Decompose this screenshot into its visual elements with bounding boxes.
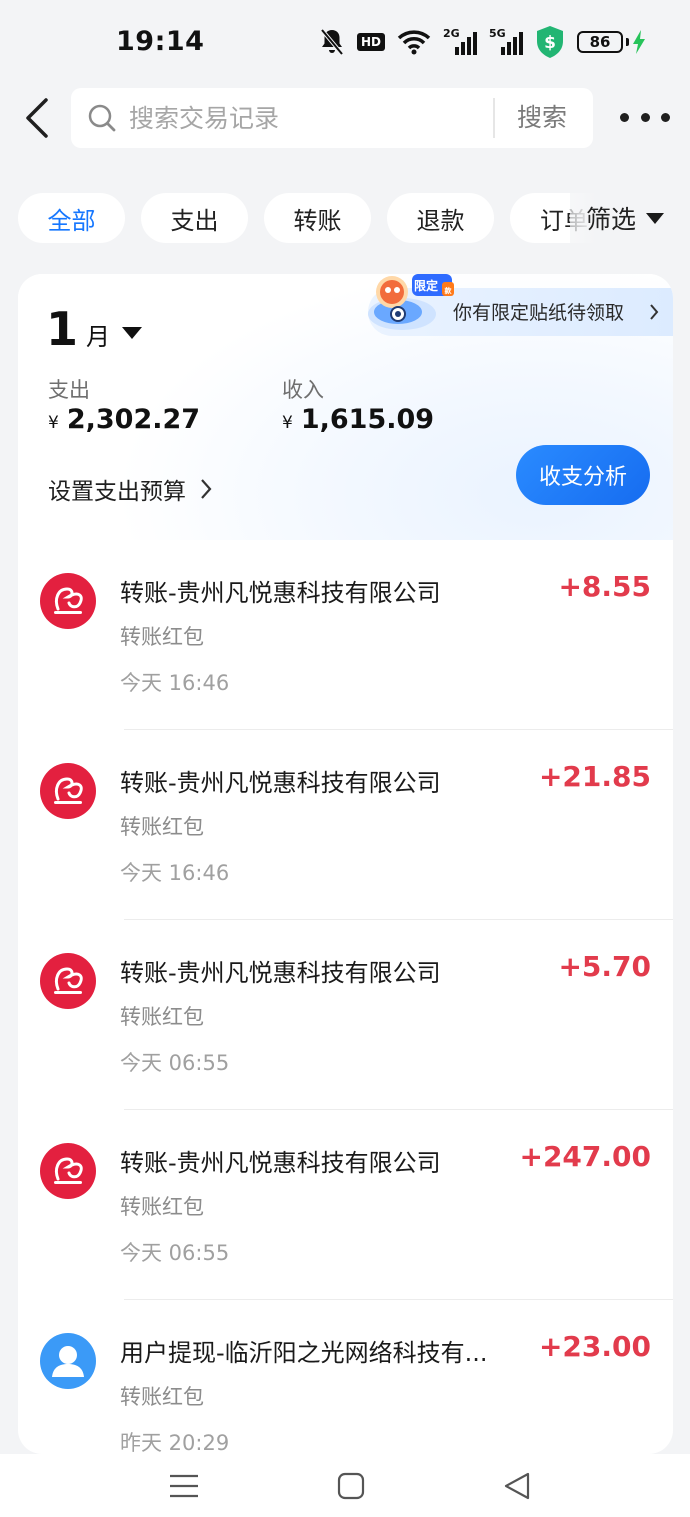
search-bar: 搜索 (71, 88, 593, 148)
month-number: 1 (46, 302, 79, 356)
menu-icon[interactable] (166, 1470, 202, 1502)
status-bar: 19:14 HD 2G 5G $ 86 (0, 0, 690, 80)
transaction-title: 用户提现-临沂阳之光网络科技有... (120, 1339, 488, 1367)
wifi-icon (397, 30, 431, 55)
caret-down-icon (646, 212, 665, 224)
filter-button[interactable]: 筛选 (570, 193, 690, 243)
transaction-time: 今天 16:46 (120, 861, 230, 885)
search-button[interactable]: 搜索 (517, 88, 567, 148)
search-icon (88, 104, 116, 132)
transaction-time: 昨天 20:29 (120, 1431, 230, 1454)
battery-level: 86 (577, 31, 623, 53)
svg-text:$: $ (544, 33, 556, 53)
merchant-logo-icon (40, 953, 96, 1009)
transaction-amount: +5.70 (558, 950, 651, 983)
transaction-title: 转账-贵州凡悦惠科技有限公司 (120, 769, 441, 797)
transaction-type: 转账红包 (120, 1195, 204, 1219)
income-expense-analysis-button[interactable]: 收支分析 (516, 445, 650, 505)
transaction-title: 转账-贵州凡悦惠科技有限公司 (120, 1149, 441, 1177)
chip-all[interactable]: 全部 (18, 193, 125, 243)
hd-voice-icon: HD (356, 33, 385, 51)
transaction-amount: +247.00 (519, 1140, 651, 1173)
svg-text:限定: 限定 (414, 278, 438, 293)
transaction-amount: +21.85 (538, 760, 651, 793)
transaction-row[interactable]: 转账-贵州凡悦惠科技有限公司 转账红包 今天 16:46 +21.85 (18, 730, 673, 920)
month-selector[interactable]: 1 月 (46, 302, 143, 356)
filter-label: 筛选 (586, 205, 637, 234)
transaction-amount: +23.00 (538, 1330, 651, 1363)
transaction-row[interactable]: 转账-贵州凡悦惠科技有限公司 转账红包 今天 06:55 +5.70 (18, 920, 673, 1110)
chevron-right-icon (650, 304, 659, 320)
status-icons: HD 2G 5G $ 86 (319, 24, 646, 60)
income-total: ¥ 1,615.09 (282, 404, 434, 435)
chip-refund[interactable]: 退款 (387, 193, 494, 243)
battery-icon: 86 (577, 30, 646, 54)
budget-label: 设置支出预算 (48, 479, 186, 505)
transaction-time: 今天 06:55 (120, 1051, 230, 1075)
monthly-summary: 你有限定贴纸待领取 限定 款 1 月 支出 ¥ 2,302.27 收入 ¥ 1,… (18, 274, 673, 540)
promo-text: 你有限定贴纸待领取 (453, 302, 625, 324)
month-unit: 月 (86, 323, 111, 351)
transaction-type: 转账红包 (120, 625, 204, 649)
transaction-row[interactable]: 转账-贵州凡悦惠科技有限公司 转账红包 今天 16:46 +8.55 (18, 540, 673, 730)
merchant-logo-icon (40, 573, 96, 629)
transaction-type: 转账红包 (120, 1385, 204, 1409)
search-divider (493, 98, 495, 138)
expense-value: 2,302.27 (66, 404, 201, 435)
income-value: 1,615.09 (300, 404, 435, 435)
transaction-title: 转账-贵州凡悦惠科技有限公司 (120, 959, 441, 987)
transactions-card: 你有限定贴纸待领取 限定 款 1 月 支出 ¥ 2,302.27 收入 ¥ 1,… (18, 274, 673, 1454)
back-button[interactable] (20, 96, 54, 140)
merchant-logo-icon (40, 1143, 96, 1199)
transaction-amount: +8.55 (558, 570, 651, 603)
system-nav-bar (0, 1454, 690, 1517)
chevron-right-icon (201, 479, 212, 499)
income-label: 收入 (282, 378, 324, 402)
sticker-illustration-icon[interactable]: 限定 款 (362, 274, 458, 334)
set-budget-link[interactable]: 设置支出预算 (48, 472, 212, 506)
user-avatar-icon (40, 1333, 96, 1389)
transaction-type: 转账红包 (120, 815, 204, 839)
charging-icon (633, 30, 645, 54)
merchant-logo-icon (40, 763, 96, 819)
more-options-icon[interactable] (620, 108, 670, 126)
expense-total: ¥ 2,302.27 (48, 404, 200, 435)
bell-off-icon (320, 28, 344, 56)
transaction-row[interactable]: 转账-贵州凡悦惠科技有限公司 转账红包 今天 06:55 +247.00 (18, 1110, 673, 1300)
caret-down-icon (122, 327, 143, 339)
transaction-time: 今天 06:55 (120, 1241, 230, 1265)
svg-text:款: 款 (445, 286, 453, 295)
transaction-time: 今天 16:46 (120, 671, 230, 695)
transaction-type: 转账红包 (120, 1005, 204, 1029)
signal-5g-icon: 5G (489, 27, 523, 57)
currency-symbol: ¥ (282, 413, 293, 433)
status-time: 19:14 (116, 26, 205, 57)
transaction-title: 转账-贵州凡悦惠科技有限公司 (120, 579, 441, 607)
currency-symbol: ¥ (48, 413, 59, 433)
transaction-row[interactable]: 用户提现-临沂阳之光网络科技有... 转账红包 昨天 20:29 +23.00 (18, 1300, 673, 1454)
chip-transfer[interactable]: 转账 (264, 193, 371, 243)
chip-expense[interactable]: 支出 (141, 193, 248, 243)
expense-label: 支出 (48, 378, 90, 402)
home-square-icon[interactable] (333, 1470, 369, 1502)
back-triangle-icon[interactable] (500, 1470, 536, 1502)
security-shield-icon: $ (537, 26, 563, 58)
signal-2g-icon: 2G (443, 27, 477, 57)
search-input[interactable] (129, 103, 469, 133)
